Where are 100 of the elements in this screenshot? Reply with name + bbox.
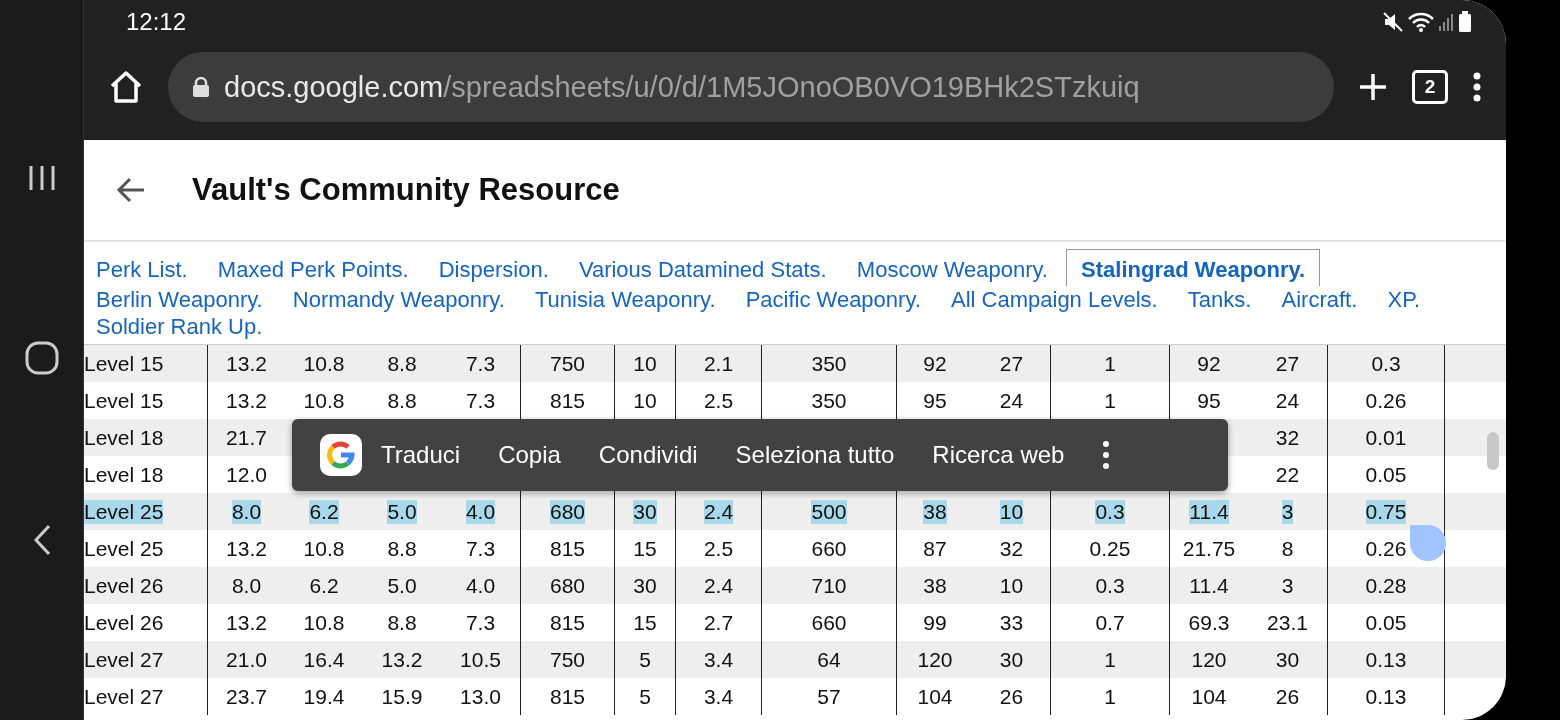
sheet-tab[interactable]: Maxed Perk Points. <box>205 256 421 283</box>
sheet-tab[interactable]: Tunisia Weaponry. <box>522 286 728 313</box>
menu-item[interactable]: Traduci <box>362 441 480 469</box>
table-cell: 13.2 <box>381 647 423 672</box>
table-cell: 26 <box>999 684 1024 709</box>
table-cell: 15 <box>633 536 657 561</box>
more-icon[interactable] <box>1101 440 1112 470</box>
table-cell: 815 <box>549 388 585 413</box>
table-cell: 0.3 <box>1095 499 1125 524</box>
table-cell: 0.7 <box>1095 610 1125 635</box>
sheet-tab[interactable]: Berlin Weaponry. <box>84 286 275 313</box>
table-cell: 8.8 <box>387 388 417 413</box>
table-cell: 750 <box>549 647 585 672</box>
table-cell: Level 27 <box>84 684 164 709</box>
table-cell: 57 <box>817 684 841 709</box>
table-cell: 15 <box>633 610 657 635</box>
table-cell: 24 <box>1275 388 1300 413</box>
clock-time: 12:12 <box>126 8 188 36</box>
table-cell: 2.4 <box>703 499 734 524</box>
table-cell: 0.13 <box>1365 647 1407 672</box>
back-icon[interactable] <box>31 523 52 556</box>
sheet-tab[interactable]: All Campaign Levels. <box>939 286 1170 313</box>
table-cell: 8.8 <box>387 351 417 376</box>
sheet-tab[interactable]: Soldier Rank Up. <box>84 313 275 340</box>
table-cell: 21.7 <box>226 425 267 450</box>
table-cell: 30 <box>1275 647 1300 672</box>
home-icon[interactable] <box>24 341 59 375</box>
table-cell: 10 <box>999 499 1024 524</box>
table-cell: 13.2 <box>226 388 267 413</box>
plus-icon[interactable] <box>1358 72 1388 102</box>
sheet-tab[interactable]: Tanks. <box>1175 286 1264 313</box>
table-cell: 0.25 <box>1089 536 1131 561</box>
table-cell: 11.4 <box>1189 499 1229 524</box>
table-cell: 2.7 <box>703 610 734 635</box>
table-cell: 350 <box>811 351 847 376</box>
table-cell: 7.3 <box>465 610 496 635</box>
table-cell: 10 <box>999 573 1024 598</box>
sheet-tab[interactable]: Moscow Weaponry. <box>844 256 1060 283</box>
menu-item[interactable]: Seleziona tutto <box>716 441 914 469</box>
table-cell: 7.3 <box>465 536 496 561</box>
table-cell: 32 <box>1275 425 1300 450</box>
wifi-icon <box>1408 11 1434 33</box>
table-cell: 660 <box>811 610 847 635</box>
table-cell: 2.5 <box>703 388 734 413</box>
table-cell: 13.2 <box>226 351 267 376</box>
table-cell: 2.5 <box>703 536 734 561</box>
table-cell: 0.13 <box>1365 684 1407 709</box>
table-cell: 10 <box>633 388 657 413</box>
table-cell: 10.8 <box>303 536 345 561</box>
table-cell: 5 <box>639 647 651 672</box>
table-cell: 27 <box>1275 351 1300 376</box>
sheet-tab[interactable]: Pacific Weaponry. <box>733 286 933 313</box>
sheet-tab[interactable]: Perk List. <box>84 256 200 283</box>
google-icon[interactable] <box>320 434 362 476</box>
table-cell: 11.4 <box>1189 573 1229 598</box>
table-cell: 30 <box>633 499 657 524</box>
tab-count-button[interactable]: 2 <box>1412 70 1448 104</box>
table-cell: 12.0 <box>226 462 267 487</box>
table-cell: 15.9 <box>381 684 423 709</box>
table-cell: 710 <box>811 573 847 598</box>
menu-item[interactable]: Ricerca web <box>913 441 1084 469</box>
table-cell: 7.3 <box>465 388 496 413</box>
table-cell: 660 <box>811 536 847 561</box>
menu-item[interactable]: Condividi <box>579 441 717 469</box>
address-bar[interactable]: docs.google.com/spreadsheets/u/0/d/1M5JOnoOB0VO19BHk2STzkuiq <box>168 52 1334 122</box>
sheet-tab[interactable]: Normandy Weaponry. <box>280 286 517 313</box>
table-cell: Level 15 <box>84 351 164 376</box>
table-cell: 0.01 <box>1365 425 1407 450</box>
sheet-tab[interactable]: Dispersion. <box>426 256 561 283</box>
table-cell: 32 <box>999 536 1024 561</box>
table-cell: 95 <box>923 388 947 413</box>
sheet-tab[interactable]: Aircraft. <box>1269 286 1370 313</box>
table-cell: 2.4 <box>703 573 734 598</box>
table-cell: 0.26 <box>1365 536 1407 561</box>
table-cell: 815 <box>549 684 585 709</box>
back-arrow-icon[interactable] <box>116 177 146 203</box>
menu-item[interactable]: Copia <box>479 441 580 469</box>
sheet-tab[interactable]: Various Datamined Stats. <box>566 256 839 283</box>
table-cell: 1 <box>1104 388 1116 413</box>
table-cell: 30 <box>999 647 1024 672</box>
table-cell: 0.26 <box>1365 388 1407 413</box>
sheet-tab[interactable]: Stalingrad Weaponry. <box>1066 249 1321 286</box>
table-cell: 8.0 <box>231 573 262 598</box>
table-cell: 1 <box>1104 684 1116 709</box>
table-cell: 24 <box>999 388 1024 413</box>
table-cell: 6.2 <box>309 499 339 524</box>
url-text: docs.google.com/spreadsheets/u/0/d/1M5JOnoOB0VO19BHk2STzkuiq <box>224 70 1140 104</box>
table-cell: 16.4 <box>303 647 345 672</box>
table-cell: 38 <box>923 499 947 524</box>
scrollbar-thumb[interactable] <box>1487 432 1499 470</box>
table-cell: 99 <box>923 610 947 635</box>
sheet-tab[interactable]: XP. <box>1375 286 1433 313</box>
table-cell: 21.0 <box>226 647 267 672</box>
table-cell: 0.05 <box>1365 462 1407 487</box>
table-cell: 1 <box>1104 647 1116 672</box>
menu-icon[interactable] <box>1472 72 1482 102</box>
selection-handle[interactable] <box>1410 525 1446 561</box>
table-cell: 87 <box>923 536 947 561</box>
table-cell: 0.3 <box>1095 573 1125 598</box>
home-icon[interactable] <box>108 70 144 104</box>
